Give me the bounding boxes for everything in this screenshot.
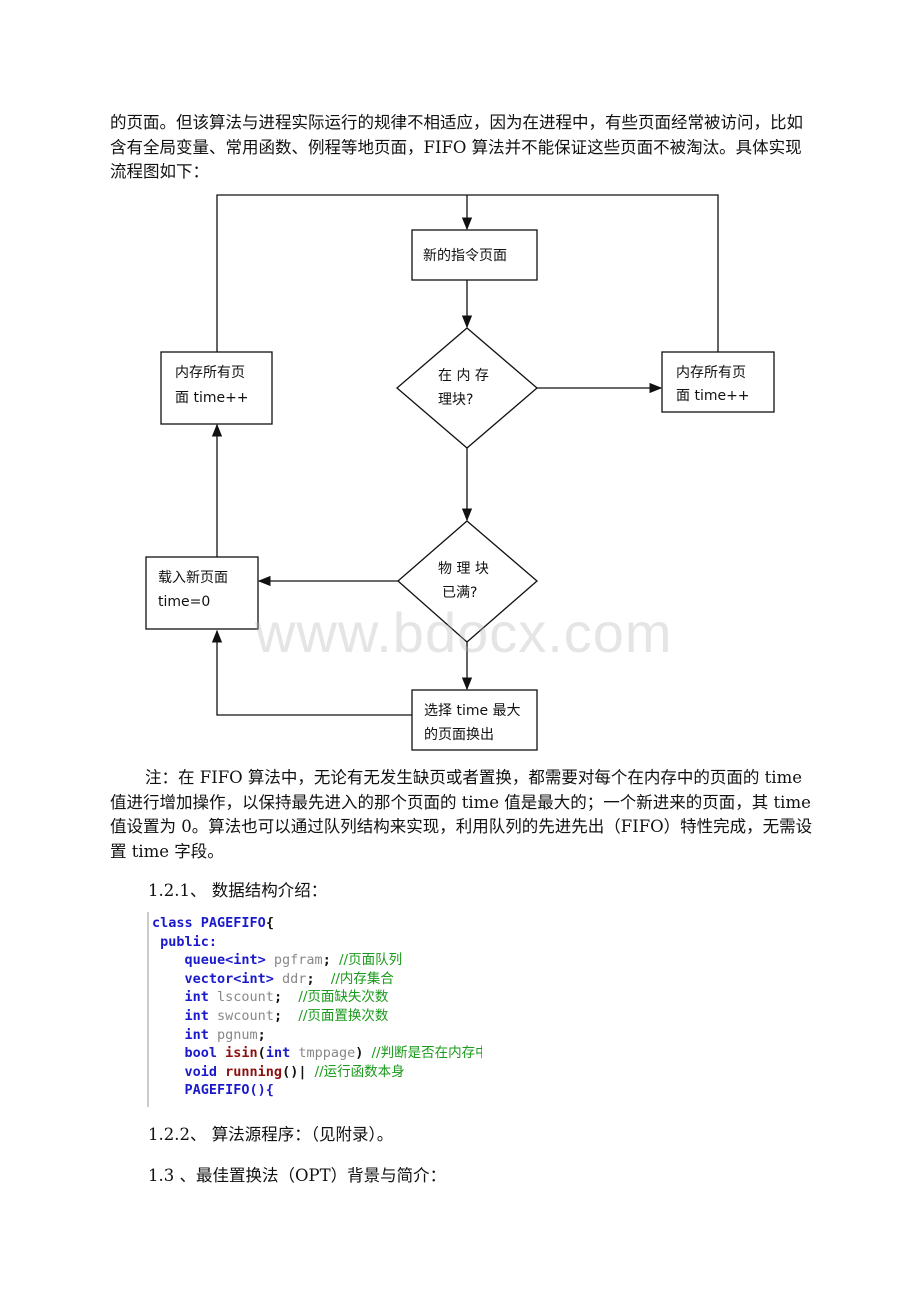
decision-text: 在 内 存	[438, 368, 489, 384]
box-text: 选择 time 最大	[424, 703, 521, 719]
box-text: 面 time++	[676, 388, 750, 404]
document-page: 的页面。但该算法与进程实际运行的规律不相适应，因为在进程中，有些页面经常被访问，…	[0, 0, 920, 1302]
box-text: 内存所有页	[175, 365, 245, 381]
watermark: www.bdocx.com	[255, 601, 673, 664]
box-text: 内存所有页	[676, 365, 746, 381]
left-time-box	[160, 351, 273, 425]
decision-text: 物 理 块	[438, 561, 489, 577]
new-page-text: 新的指令页面	[423, 248, 507, 264]
code-screenshot: class PAGEFIFO{ public: queue<int> pgfra…	[147, 912, 482, 1107]
decision-text: 理块?	[438, 392, 473, 408]
box-text: 载入新页面	[158, 570, 228, 586]
box-text: 的页面换出	[424, 726, 494, 743]
section-heading-1-2-1: 1.2.1、 数据结构介绍：	[148, 881, 328, 900]
decision-text: 已满?	[442, 585, 477, 601]
box-text: time=0	[158, 594, 210, 610]
box-text: 面 time++	[175, 390, 249, 406]
section-heading-1-3: 1.3 、最佳置换法（OPT）背景与简介：	[148, 1166, 447, 1185]
load-page-box	[145, 556, 259, 630]
in-memory-decision	[396, 327, 538, 449]
note-paragraph: 注：在 FIFO 算法中，无论有无发生缺页或者置换，都需要对每个在内存中的页面的…	[110, 768, 813, 861]
section-heading-1-2-2: 1.2.2、 算法源程序：（见附录）。	[148, 1125, 394, 1144]
